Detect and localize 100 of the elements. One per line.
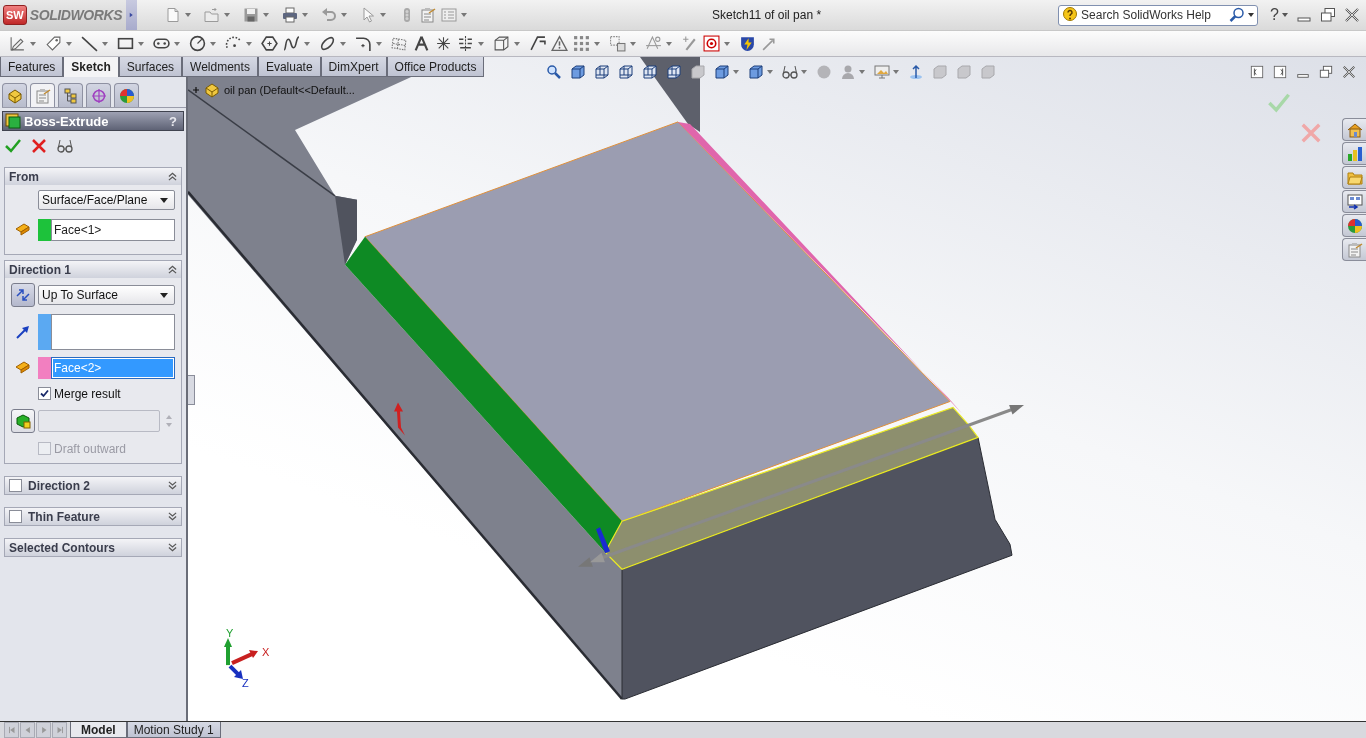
view-cube-icon[interactable] — [570, 64, 586, 80]
task-pane-tab[interactable] — [1342, 190, 1366, 213]
glasses-icon[interactable] — [782, 64, 798, 80]
pointer-icon[interactable] — [360, 7, 376, 23]
checkbox[interactable] — [9, 510, 22, 523]
faded-cube-icon[interactable] — [690, 64, 706, 80]
tile-left-icon[interactable] — [1250, 65, 1264, 79]
command-tab[interactable]: Surfaces — [118, 57, 183, 77]
close-icon[interactable] — [1342, 65, 1356, 79]
panel-tab[interactable] — [114, 83, 139, 107]
wire-cube-icon[interactable] — [642, 64, 658, 80]
point-icon[interactable] — [435, 35, 452, 52]
check-icon[interactable] — [5, 138, 21, 154]
printer-icon[interactable] — [282, 7, 298, 23]
end-condition-dropdown[interactable]: Up To Surface — [38, 285, 175, 305]
command-tab[interactable]: Sketch — [63, 57, 119, 77]
line-icon[interactable] — [81, 35, 98, 52]
axis-icon[interactable] — [908, 64, 924, 80]
selection-field[interactable]: Face<1> — [51, 219, 175, 241]
task-pane-tab[interactable] — [1342, 238, 1366, 261]
view-cube-icon[interactable] — [714, 64, 730, 80]
panel-tab[interactable] — [86, 83, 111, 107]
chevron-icon[interactable] — [168, 481, 177, 490]
group-header[interactable]: Direction 1 — [5, 261, 181, 278]
checklist-icon[interactable] — [441, 7, 457, 23]
circle-icon[interactable] — [189, 35, 206, 52]
panel-tab[interactable] — [30, 83, 55, 107]
group-header[interactable]: Direction 2 — [5, 477, 181, 494]
feature-tree-item[interactable]: oil pan (Default<<Default... — [224, 84, 355, 96]
panel-tab[interactable] — [58, 83, 83, 107]
move-icon[interactable] — [609, 35, 626, 52]
view-cube-icon[interactable] — [748, 64, 764, 80]
ellipse-icon[interactable] — [319, 35, 336, 52]
caret-icon[interactable] — [1248, 13, 1255, 17]
panel-splitter-handle[interactable] — [188, 375, 195, 405]
close-icon[interactable] — [1344, 7, 1360, 23]
checkbox-label[interactable]: Merge result — [54, 386, 121, 401]
search-field[interactable]: Search SolidWorks Help — [1058, 4, 1259, 26]
warning-icon[interactable] — [551, 35, 568, 52]
rectangle-icon[interactable] — [117, 35, 134, 52]
command-tab[interactable]: Weldments — [182, 57, 258, 77]
draft-button[interactable] — [11, 409, 35, 433]
wire-cube-icon[interactable] — [666, 64, 682, 80]
chevron-icon[interactable] — [168, 265, 177, 274]
cross-icon[interactable] — [31, 138, 47, 154]
group-header[interactable]: Selected Contours — [5, 539, 181, 556]
chevron-icon[interactable] — [168, 172, 177, 181]
selection-field[interactable] — [51, 314, 175, 350]
bottom-tab[interactable]: Model — [70, 722, 127, 738]
fillet-icon[interactable] — [355, 35, 372, 52]
open-folder-icon[interactable] — [204, 7, 220, 23]
wire-cube-icon[interactable] — [618, 64, 634, 80]
wire-cube-icon[interactable] — [594, 64, 610, 80]
command-tab[interactable]: Features — [0, 57, 64, 77]
sketch-icon[interactable] — [9, 35, 26, 52]
task-pane-tab[interactable] — [1342, 214, 1366, 237]
dot-grid-icon[interactable] — [573, 35, 590, 52]
command-tab[interactable]: DimXpert — [320, 57, 387, 77]
slot-icon[interactable] — [153, 35, 170, 52]
relations-icon[interactable] — [645, 35, 662, 52]
glasses-icon[interactable] — [57, 138, 73, 154]
search-icon[interactable] — [1229, 7, 1246, 23]
caret-icon[interactable] — [1282, 13, 1288, 17]
dashed-grid-icon[interactable] — [391, 35, 408, 52]
command-tab[interactable]: Office Products — [386, 57, 485, 77]
task-pane-tab[interactable] — [1342, 142, 1366, 165]
monitor-icon[interactable] — [874, 64, 890, 80]
task-pane-tab[interactable] — [1342, 166, 1366, 189]
check-icon[interactable] — [1266, 92, 1292, 114]
task-pane-tab[interactable] — [1342, 118, 1366, 141]
tile-right-icon[interactable] — [1273, 65, 1287, 79]
undo-icon[interactable] — [321, 7, 337, 23]
reverse-direction-button[interactable] — [11, 283, 35, 307]
cube-icon[interactable] — [493, 35, 510, 52]
text-tool-icon[interactable] — [413, 35, 430, 52]
selected-face[interactable] — [345, 236, 622, 553]
spline-icon[interactable] — [283, 35, 300, 52]
dimension-icon[interactable] — [45, 35, 62, 52]
lightning-shield-icon[interactable] — [739, 35, 756, 52]
command-tab[interactable]: Evaluate — [257, 57, 321, 77]
zoom-icon[interactable] — [546, 64, 562, 80]
expander-icon[interactable] — [192, 86, 200, 94]
restore-icon[interactable] — [1319, 65, 1333, 79]
clipboard-icon[interactable] — [420, 7, 436, 23]
pencil-plus-icon[interactable] — [681, 35, 698, 52]
trim-icon[interactable] — [529, 35, 546, 52]
group-header[interactable]: From — [5, 168, 181, 185]
new-document-icon[interactable] — [165, 7, 181, 23]
snap-target-icon[interactable] — [703, 35, 720, 52]
end-condition-dropdown[interactable]: Surface/Face/Plane — [38, 190, 175, 210]
panel-tab[interactable] — [2, 83, 27, 107]
hexagon-icon[interactable] — [261, 35, 278, 52]
diagonal-arrow-icon[interactable] — [761, 35, 778, 52]
restore-icon[interactable] — [1320, 7, 1336, 23]
bottom-tab[interactable]: Motion Study 1 — [126, 722, 221, 738]
help-menu[interactable]: ? — [1270, 6, 1283, 24]
checkbox[interactable] — [38, 387, 51, 400]
chevron-icon[interactable] — [168, 512, 177, 521]
drag-handle-icon[interactable] — [596, 527, 610, 554]
chevron-icon[interactable] — [168, 543, 177, 552]
